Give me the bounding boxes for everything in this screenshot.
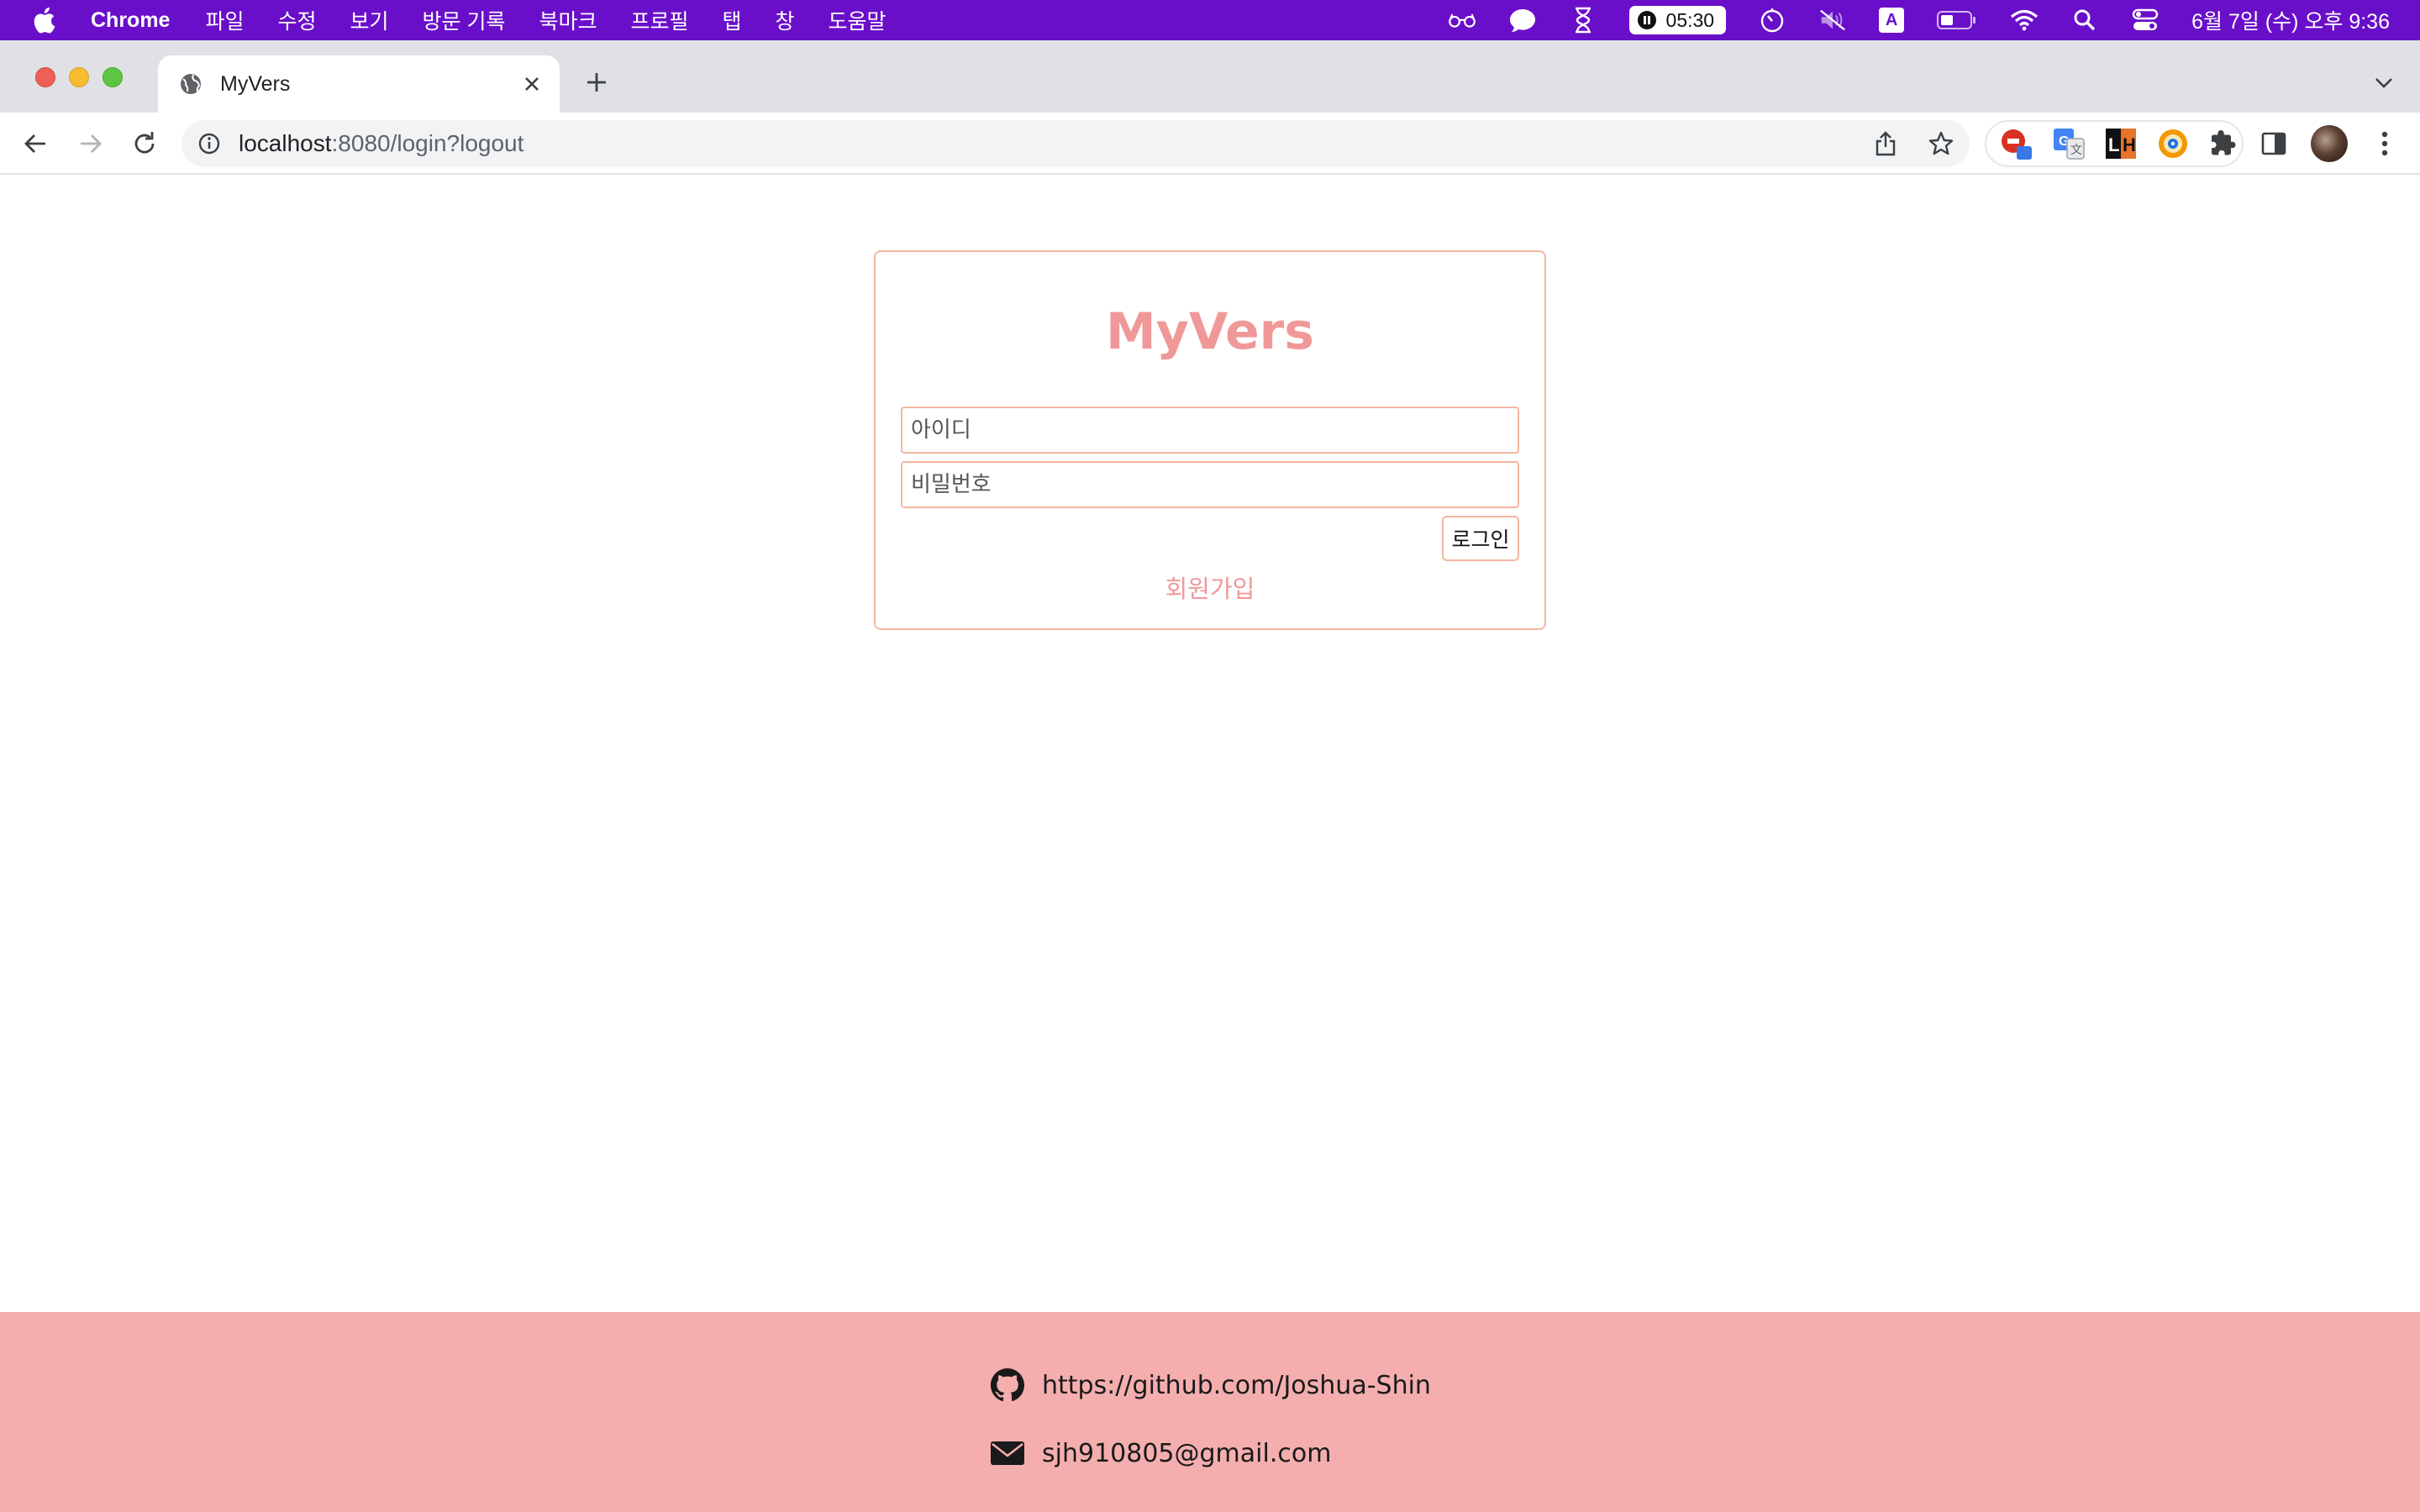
svg-text:文: 文: [2070, 143, 2082, 156]
svg-text:L: L: [2108, 134, 2119, 155]
email-link[interactable]: sjh910805@gmail.com: [1042, 1439, 1331, 1468]
wifi-icon[interactable]: [2010, 6, 2039, 34]
extensions-group: G文 LH: [1985, 120, 2244, 167]
window-minimize-button[interactable]: [69, 67, 89, 87]
tab-close-icon[interactable]: [519, 71, 544, 97]
login-card: MyVers 로그인 회원가입: [874, 250, 1546, 630]
address-bar[interactable]: localhost:8080/login?logout: [182, 120, 1970, 167]
omnibox-actions: [1870, 129, 1956, 159]
new-tab-plus-icon[interactable]: [581, 67, 612, 97]
chrome-menu-kebab-icon[interactable]: [2366, 125, 2403, 162]
chat-bubble-icon[interactable]: [1508, 6, 1537, 34]
browser-tab-active[interactable]: MyVers: [158, 55, 560, 113]
puzzle-extensions-icon[interactable]: [2208, 126, 2242, 161]
menu-bookmarks[interactable]: 북마크: [539, 5, 597, 35]
compass-extension-icon[interactable]: [2156, 126, 2190, 161]
url-path: :8080/login?logout: [331, 130, 524, 156]
url-text[interactable]: localhost:8080/login?logout: [239, 130, 523, 157]
site-logo-title[interactable]: MyVers: [876, 302, 1544, 361]
browser-tab-strip: MyVers: [0, 40, 2420, 113]
battery-icon[interactable]: [1936, 6, 1978, 34]
back-arrow-icon[interactable]: [18, 127, 52, 160]
tab-title: MyVers: [220, 71, 291, 96]
password-input[interactable]: [901, 461, 1519, 508]
github-icon: [990, 1368, 1025, 1403]
menu-file[interactable]: 파일: [205, 5, 244, 35]
email-row: sjh910805@gmail.com: [990, 1436, 1331, 1471]
forward-arrow-icon[interactable]: [74, 127, 108, 160]
menu-window[interactable]: 창: [776, 5, 795, 35]
spotlight-search-icon[interactable]: [2070, 6, 2099, 34]
signup-link[interactable]: 회원가입: [876, 570, 1544, 605]
lh-extension-icon[interactable]: LH: [2104, 126, 2138, 161]
pause-icon: [1637, 11, 1656, 29]
url-host: localhost: [239, 130, 332, 156]
control-center-icon[interactable]: [2131, 6, 2160, 34]
window-zoom-button[interactable]: [103, 67, 123, 87]
menu-profiles[interactable]: 프로필: [630, 5, 688, 35]
adblock-extension-icon[interactable]: [1998, 126, 2033, 161]
username-input[interactable]: [901, 407, 1519, 454]
macos-menubar: Chrome 파일 수정 보기 방문 기록 북마크 프로필 탭 창 도움말 05…: [0, 0, 2420, 40]
github-row: https://github.com/Joshua-Shin: [990, 1368, 1431, 1403]
side-panel-icon[interactable]: [2255, 125, 2292, 162]
menu-edit[interactable]: 수정: [277, 5, 316, 35]
menu-help[interactable]: 도움말: [829, 5, 886, 35]
input-source-indicator[interactable]: A: [1879, 8, 1905, 33]
github-link[interactable]: https://github.com/Joshua-Shin: [1042, 1371, 1431, 1400]
menubar-status-area: 05:30 A 6월 7일 (수) 오후 9:36: [1448, 0, 2390, 40]
apple-logo-icon[interactable]: [32, 6, 57, 34]
browser-toolbar: localhost:8080/login?logout G文 LH: [0, 113, 2420, 175]
menu-tab[interactable]: 탭: [723, 5, 742, 35]
focus-timer[interactable]: 05:30: [1628, 6, 1727, 34]
reload-icon[interactable]: [128, 127, 161, 160]
profile-avatar[interactable]: [2311, 125, 2348, 162]
hourglass-icon[interactable]: [1569, 6, 1597, 34]
login-button[interactable]: 로그인: [1442, 516, 1519, 561]
globe-icon: [178, 71, 203, 97]
menubar-datetime[interactable]: 6월 7일 (수) 오후 9:36: [2191, 5, 2390, 35]
window-close-button[interactable]: [35, 67, 55, 87]
svg-text:H: H: [2123, 134, 2136, 155]
menu-view[interactable]: 보기: [350, 5, 389, 35]
glasses-icon[interactable]: [1448, 6, 1476, 34]
tab-search-chevron-down-icon[interactable]: [2371, 71, 2396, 96]
share-icon[interactable]: [1870, 129, 1901, 159]
page-footer: https://github.com/Joshua-Shin sjh910805…: [0, 1312, 2420, 1512]
menu-history[interactable]: 방문 기록: [423, 5, 506, 35]
avatar: [2311, 125, 2348, 162]
timer-value: 05:30: [1665, 8, 1715, 31]
menu-app-chrome[interactable]: Chrome: [91, 8, 170, 33]
site-info-icon[interactable]: [197, 131, 222, 156]
envelope-icon: [990, 1436, 1025, 1471]
speaker-muted-icon[interactable]: [1818, 6, 1847, 34]
timer-clock-icon[interactable]: [1758, 6, 1786, 34]
bookmark-star-icon[interactable]: [1926, 129, 1956, 159]
translate-extension-icon[interactable]: G文: [2052, 126, 2086, 161]
